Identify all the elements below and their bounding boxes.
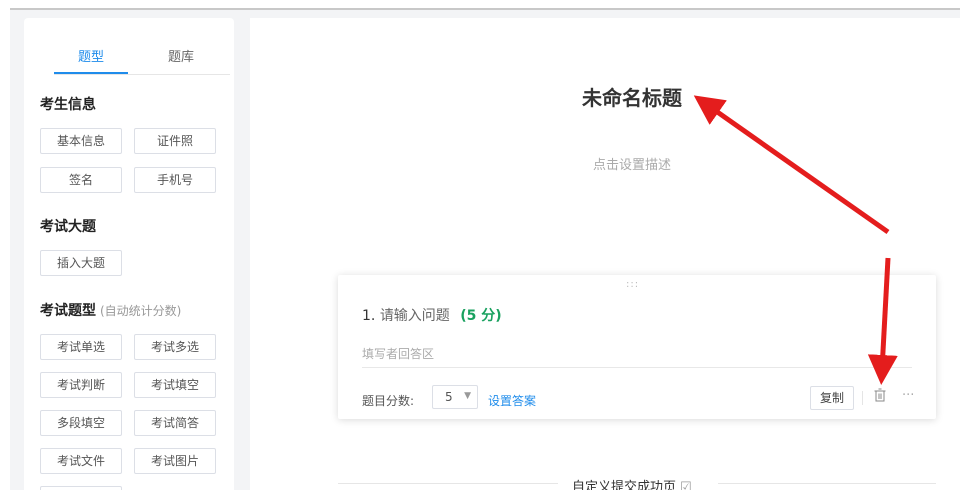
red-arrow-to-title bbox=[693, 95, 890, 235]
red-arrow-to-trash bbox=[867, 257, 898, 385]
annotation-arrows bbox=[693, 95, 898, 385]
